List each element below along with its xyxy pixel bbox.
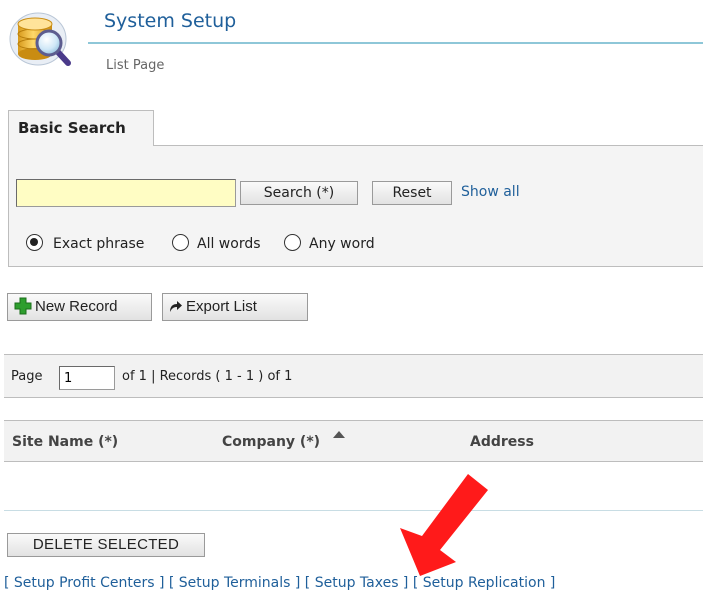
page-title: System Setup [104,10,237,32]
radio-exact-phrase[interactable] [26,234,43,251]
link-setup-profit-centers[interactable]: [ Setup Profit Centers ] [4,575,164,591]
search-button[interactable]: Search (*) [240,181,358,205]
reset-button[interactable]: Reset [372,181,452,205]
show-all-link[interactable]: Show all [461,184,520,200]
tab-basic-search[interactable]: Basic Search [8,110,154,146]
export-list-label: Export List [186,298,257,315]
plus-icon [14,297,32,315]
delete-selected-button[interactable]: DELETE SELECTED [7,533,205,557]
radio-label-all-words: All words [197,236,261,252]
column-address[interactable]: Address [470,434,534,450]
pager-summary: of 1 | Records ( 1 - 1 ) of 1 [122,369,293,384]
radio-label-any-word: Any word [309,236,375,252]
search-input[interactable] [16,179,236,207]
export-arrow-icon [170,301,182,313]
new-record-label: New Record [35,298,118,315]
sort-ascending-icon[interactable] [333,431,345,439]
database-search-icon [9,12,71,66]
radio-label-exact-phrase: Exact phrase [53,236,145,252]
pager-page-label: Page [11,369,43,384]
column-site-name[interactable]: Site Name (*) [12,434,118,450]
radio-all-words[interactable] [172,234,189,251]
link-setup-taxes[interactable]: [ Setup Taxes ] [305,575,409,591]
title-divider [88,42,703,44]
page-number-input[interactable] [59,366,115,390]
link-setup-terminals[interactable]: [ Setup Terminals ] [169,575,300,591]
new-record-button[interactable]: New Record [7,293,152,321]
export-list-button[interactable]: Export List [162,293,308,321]
column-company[interactable]: Company (*) [222,434,320,450]
page-subtitle: List Page [106,58,165,73]
radio-any-word[interactable] [284,234,301,251]
footer-divider [4,510,703,511]
annotation-arrow-icon [400,474,488,576]
